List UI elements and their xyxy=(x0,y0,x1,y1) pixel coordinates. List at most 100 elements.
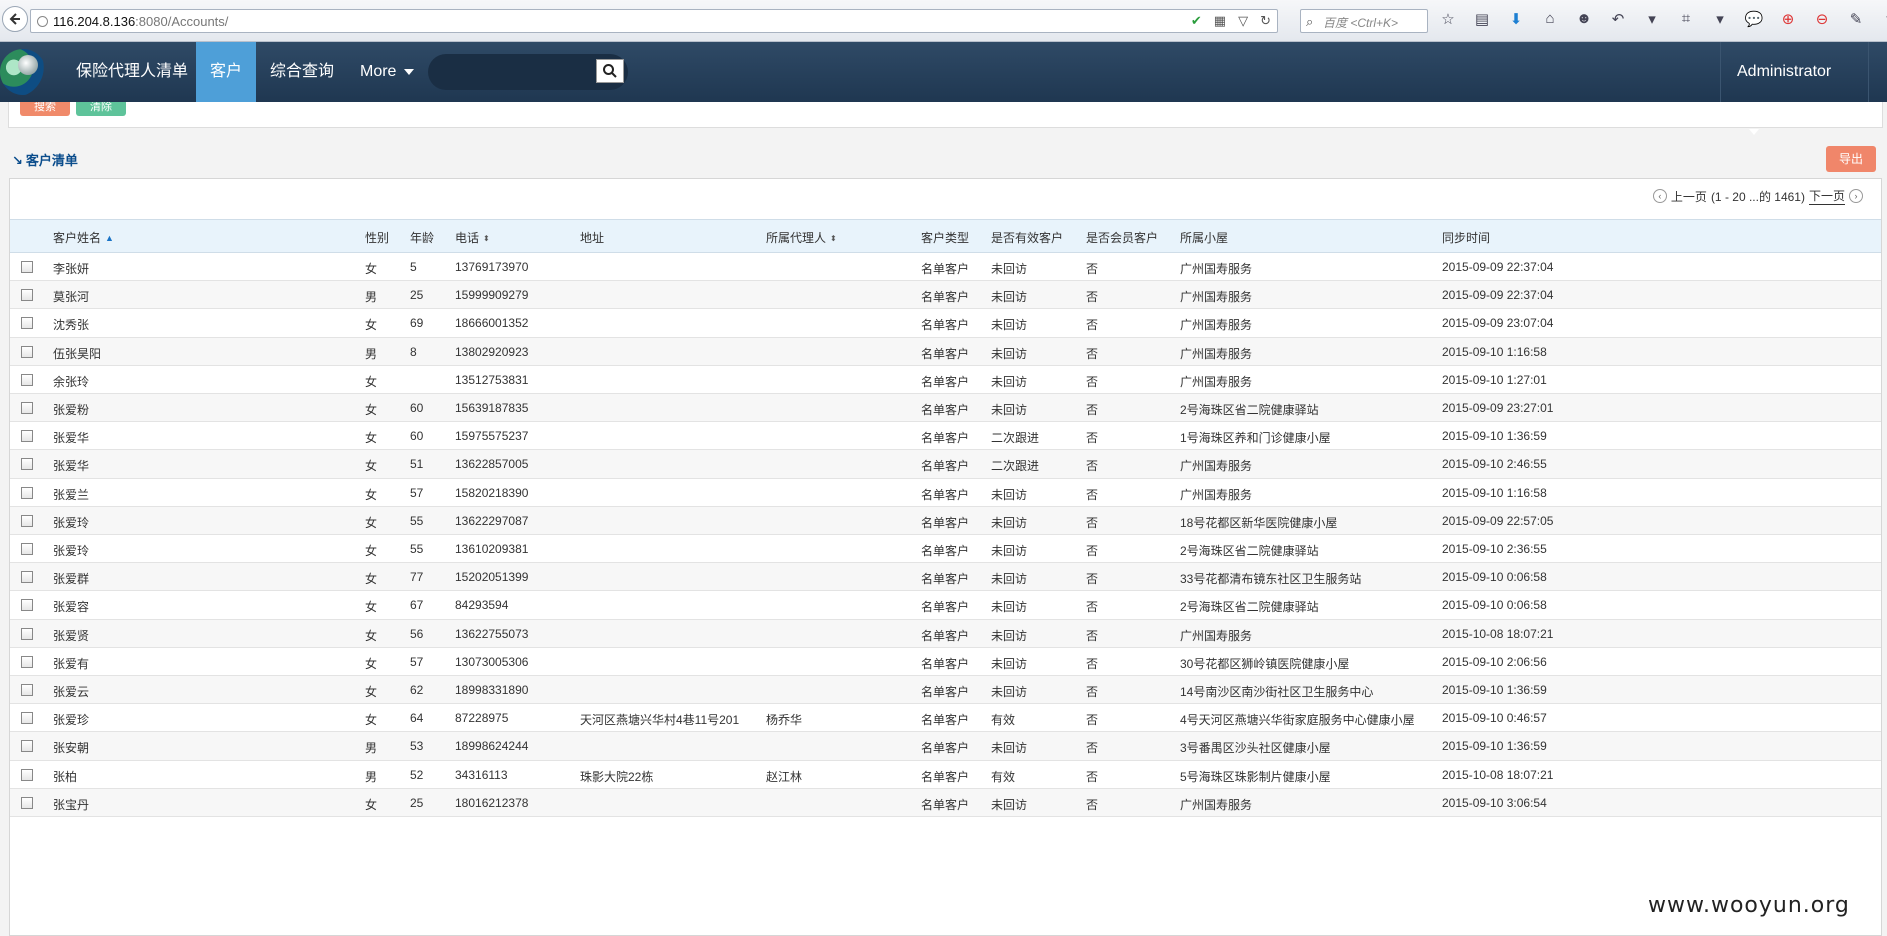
nav-customers[interactable]: 客户 xyxy=(196,42,256,102)
table-row[interactable]: 余张玲 女 13512753831 名单客户 未回访 否 广州国寿服务 2015-09-10 … xyxy=(10,366,1881,394)
row-checkbox[interactable] xyxy=(21,458,33,471)
table-cell: 广州国寿服务 xyxy=(1180,487,1253,502)
column-header[interactable]: 电话 ⬍ xyxy=(455,229,490,246)
table-cell: 否 xyxy=(1086,544,1099,558)
row-checkbox[interactable] xyxy=(21,514,33,527)
table-row[interactable]: 张爱兰 女 57 15820218390 名单客户 未回访 否 广州国寿服务 2015-09-1… xyxy=(10,479,1881,507)
table-cell: 34316113 xyxy=(455,767,508,782)
table-row[interactable]: 沈秀张 女 69 18666001352 名单客户 未回访 否 广州国寿服务 2015-09-0… xyxy=(10,309,1881,338)
row-checkbox[interactable] xyxy=(21,768,33,781)
table-row[interactable]: 张爱珍 女 64 87228975 天河区燕塘兴华村4巷11号201 杨乔华 名单客户 有效 否… xyxy=(10,704,1881,733)
table-cell: 67 xyxy=(410,598,424,613)
bookmark-star-icon[interactable]: ☆ xyxy=(1438,10,1458,28)
row-checkbox[interactable] xyxy=(21,684,33,696)
zoom-in-icon[interactable]: ⊕ xyxy=(1778,10,1798,28)
nav-search-button[interactable] xyxy=(596,59,624,83)
table-cell: 赵江林 xyxy=(766,769,803,784)
home-icon[interactable]: ⌂ xyxy=(1540,10,1560,28)
reading-list-icon[interactable]: ▤ xyxy=(1472,10,1492,28)
row-checkbox[interactable] xyxy=(21,317,33,330)
table-cell: 否 xyxy=(1086,769,1099,784)
table-row[interactable]: 张爱云 女 62 18998331890 名单客户 未回访 否 14号南沙区南沙街社区卫生服务… xyxy=(10,676,1881,705)
column-header-label: 电话 xyxy=(455,231,480,245)
row-checkbox[interactable] xyxy=(21,430,33,443)
table-row[interactable]: 张爱玲 女 55 13610209381 名单客户 未回访 否 2号海珠区省二院健康驿站 201… xyxy=(10,535,1881,564)
app-logo[interactable] xyxy=(0,49,46,95)
table-row[interactable]: 张柏 男 52 34316113 珠影大院22栋 赵江林 名单客户 有效 否 5号海珠区珠影制片健… xyxy=(10,761,1881,789)
table-row[interactable]: 李张妍 女 5 13769173970 名单客户 未回访 否 广州国寿服务 2015-09-09… xyxy=(10,253,1881,282)
table-row[interactable]: 张爱有 女 57 13073005306 名单客户 未回访 否 30号花都区狮岭镇医院健康小屋… xyxy=(10,648,1881,676)
table-row[interactable]: 张爱粉 女 60 15639187835 名单客户 未回访 否 2号海珠区省二院健康驿站 201… xyxy=(10,394,1881,423)
clear-button[interactable]: 清除 xyxy=(76,102,126,116)
table-header: 客户姓名 ▲ 性别 年龄 电话 ⬍ 地址 所属代理人 ⬍ 客户类型 是否有效客户 是否会员客户 所属小屋… xyxy=(10,219,1881,253)
undo-icon[interactable]: ↶ xyxy=(1608,10,1628,28)
table-cell: 87228975 xyxy=(455,711,509,726)
table-row[interactable]: 张安朝 男 53 18998624244 名单客户 未回访 否 3号番禺区沙头社区健康小屋 20… xyxy=(10,732,1881,761)
reload-icon[interactable]: ↻ xyxy=(1260,13,1271,29)
row-checkbox[interactable] xyxy=(21,345,33,358)
row-checkbox[interactable] xyxy=(21,655,33,668)
search-button[interactable]: 搜索 xyxy=(20,102,70,116)
table-row[interactable]: 张爱容 女 67 84293594 名单客户 未回访 否 2号海珠区省二院健康驿站 2015-0… xyxy=(10,591,1881,620)
customer-table-panel: ‹ 上一页 (1 - 20 ...的 1461) 下一页 › 客户姓名 ▲ 性别 年龄… xyxy=(9,178,1882,936)
next-page-icon[interactable]: › xyxy=(1849,189,1863,203)
table-cell: 名单客户 xyxy=(921,374,970,389)
table-row[interactable]: 张宝丹 女 25 18016212378 名单客户 未回访 否 广州国寿服务 2015-09-1… xyxy=(10,788,1881,817)
table-cell: 女 xyxy=(365,713,378,728)
column-header[interactable]: 所属代理人 ⬍ xyxy=(766,229,837,246)
browser-search-box[interactable]: ⌕ 百度 <Ctrl+K> xyxy=(1300,9,1428,33)
prev-page-link[interactable]: 上一页 xyxy=(1671,188,1707,205)
section-title[interactable]: ↘ 客户清单 xyxy=(12,150,78,169)
row-checkbox[interactable] xyxy=(21,289,33,302)
back-button[interactable] xyxy=(2,6,28,32)
crop-icon[interactable]: ⌗ xyxy=(1676,10,1696,28)
table-cell: 15639187835 xyxy=(455,401,529,415)
table-row[interactable]: 伍张昊阳 男 8 13802920923 名单客户 未回访 否 广州国寿服务 2015-09-1… xyxy=(10,337,1881,366)
user-menu[interactable]: Administrator xyxy=(1720,42,1831,135)
row-checkbox[interactable] xyxy=(21,402,33,414)
sort-icon[interactable]: ⬍ xyxy=(830,235,837,243)
row-checkbox[interactable] xyxy=(21,373,33,386)
table-row[interactable]: 张爱玲 女 55 13622297087 名单客户 未回访 否 18号花都区新华医院健康小屋 2… xyxy=(10,506,1881,535)
row-checkbox[interactable] xyxy=(21,627,33,640)
prev-page-icon[interactable]: ‹ xyxy=(1652,189,1667,203)
export-button[interactable]: 导出 xyxy=(1826,146,1876,172)
nav-agents[interactable]: 保险代理人清单 xyxy=(62,42,202,102)
shield-check-icon[interactable]: ✔ xyxy=(1191,13,1202,29)
address-bar[interactable]: 116.204.8.136:8080/Accounts/ ✔ ▦ ▽ ↻ xyxy=(30,9,1278,33)
table-row[interactable]: 莫张河 男 25 15999909279 名单客户 未回访 否 广州国寿服务 2015-09-0… xyxy=(10,281,1881,310)
nav-more[interactable]: More xyxy=(360,42,415,102)
table-cell: 女 xyxy=(365,572,378,587)
download-icon[interactable]: ⬇ xyxy=(1506,10,1526,28)
zoom-out-icon[interactable]: ⊖ xyxy=(1812,10,1832,28)
row-checkbox[interactable] xyxy=(21,712,33,725)
row-checkbox[interactable] xyxy=(21,571,33,584)
row-checkbox[interactable] xyxy=(21,796,33,809)
table-row[interactable]: 张爱华 女 60 15975575237 名单客户 二次跟进 否 1号海珠区养和门诊健康小屋 2… xyxy=(10,422,1881,451)
sort-asc-icon[interactable]: ▲ xyxy=(105,234,114,243)
table-row[interactable]: 张爱华 女 51 13622857005 名单客户 二次跟进 否 广州国寿服务 2015-09-… xyxy=(10,450,1881,479)
menu-dropdown-icon-3[interactable]: ▾ xyxy=(1880,10,1887,28)
column-header: 是否有效客户 xyxy=(991,229,1063,246)
menu-dropdown-icon[interactable]: ▾ xyxy=(1642,10,1662,28)
next-page-link[interactable]: 下一页 xyxy=(1808,187,1845,205)
table-cell: 14号南沙区南沙街社区卫生服务中心 xyxy=(1180,685,1374,699)
sort-icon[interactable]: ⬍ xyxy=(483,235,490,243)
row-checkbox[interactable] xyxy=(21,740,33,753)
row-checkbox[interactable] xyxy=(21,261,33,273)
qr-code-icon[interactable]: ▦ xyxy=(1214,13,1226,29)
column-header[interactable]: 客户姓名 ▲ xyxy=(53,229,114,246)
table-cell: 张爱群 xyxy=(53,572,90,587)
table-row[interactable]: 张爱贤 女 56 13622755073 名单客户 未回访 否 广州国寿服务 2015-10-0… xyxy=(10,619,1881,648)
row-checkbox[interactable] xyxy=(21,543,33,555)
dropdown-icon[interactable]: ▽ xyxy=(1238,13,1248,29)
nav-query[interactable]: 综合查询 xyxy=(270,42,334,102)
row-checkbox[interactable] xyxy=(21,599,33,612)
comment-icon[interactable]: 💬 xyxy=(1744,10,1764,28)
extension-icon[interactable]: ✎ xyxy=(1846,10,1866,28)
row-checkbox[interactable] xyxy=(21,486,33,499)
menu-dropdown-icon-2[interactable]: ▾ xyxy=(1710,10,1730,28)
table-row[interactable]: 张爱群 女 77 15202051399 名单客户 未回访 否 33号花都清布镜东社区卫生服务… xyxy=(10,563,1881,592)
table-cell: 未回访 xyxy=(991,374,1028,389)
chat-icon[interactable]: ☻ xyxy=(1574,10,1594,28)
